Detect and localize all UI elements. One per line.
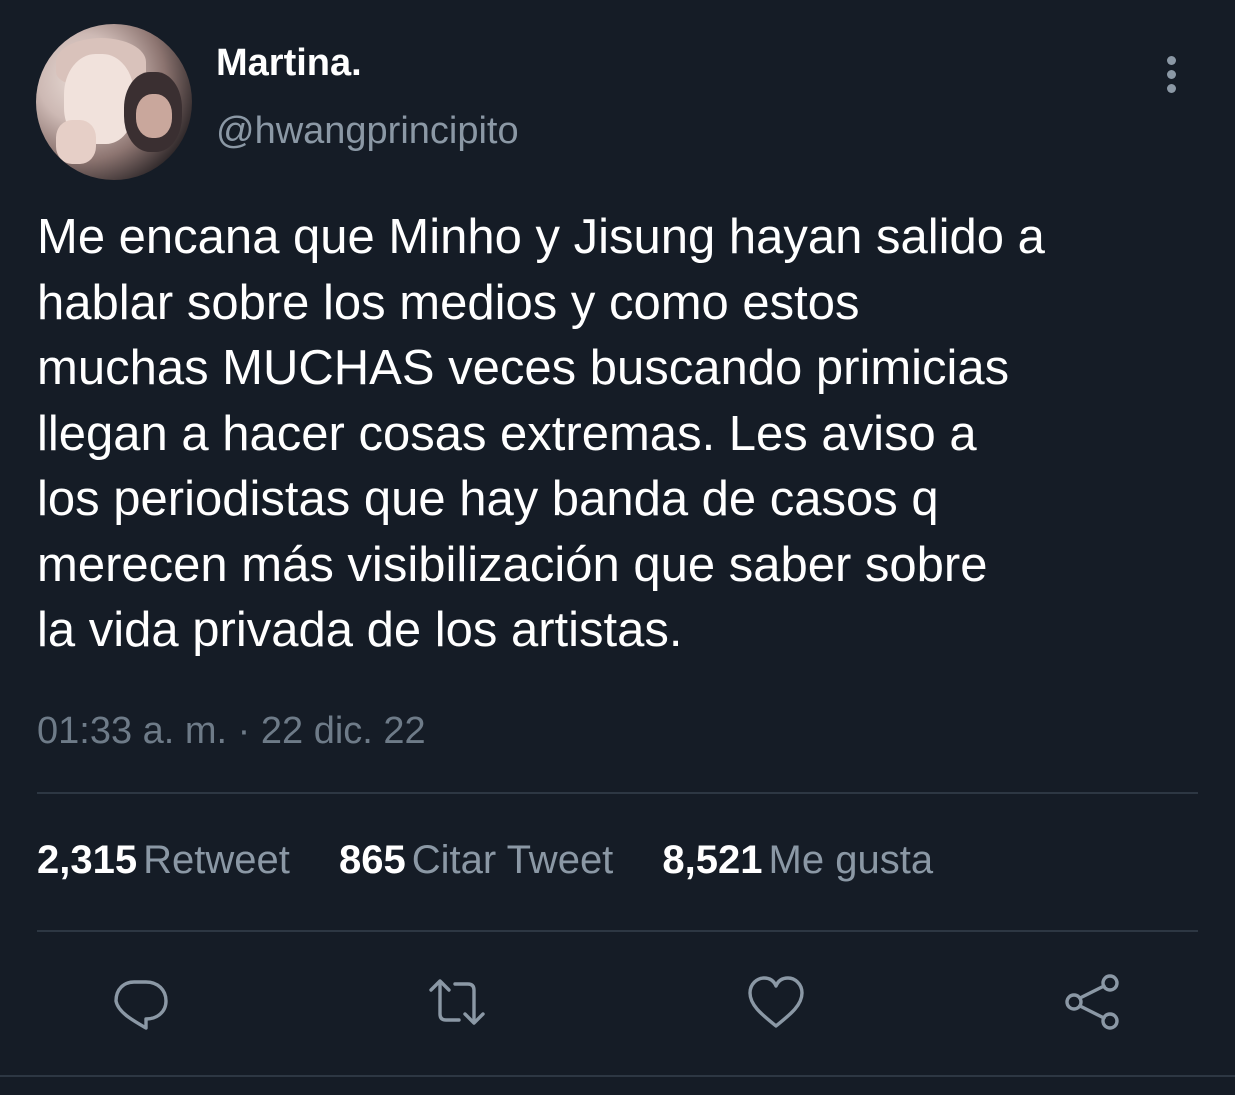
tweet-text-line: la vida privada de los artistas. xyxy=(37,603,683,657)
more-options-icon[interactable] xyxy=(1160,56,1182,96)
like-icon[interactable] xyxy=(744,970,808,1034)
author-display-name[interactable]: Martina. xyxy=(216,42,362,85)
tweet-text-line: los periodistas que hay banda de casos q xyxy=(37,472,939,526)
quote-count: 865 xyxy=(338,838,406,882)
tweet-text: Me encana que Minho y Jisung hayan salid… xyxy=(37,205,1207,664)
retweet-count: 2,315 xyxy=(37,838,138,882)
tweet-text-line: muchas MUCHAS veces buscando primicias xyxy=(37,341,1010,395)
quote-count-stat[interactable]: 865 Citar Tweet xyxy=(339,838,613,883)
tweet-stats: 2,315 Retweet 865 Citar Tweet 8,521 Me gust… xyxy=(37,838,971,883)
divider xyxy=(37,930,1198,932)
like-label: Me gusta xyxy=(768,838,934,882)
more-dot xyxy=(1166,56,1176,65)
tweet-timestamp[interactable]: 01:33 a. m. · 22 dic. 22 xyxy=(37,710,426,753)
retweet-icon[interactable] xyxy=(425,970,489,1034)
avatar[interactable] xyxy=(36,24,192,180)
tweet-text-line: Me encana que Minho y Jisung hayan salid… xyxy=(37,210,1045,264)
tweet-text-line: llegan a hacer cosas extremas. Les aviso… xyxy=(37,406,977,461)
tweet-text-line: hablar sobre los medios y como estos xyxy=(37,275,860,330)
tweet-detail: Martina. @hwangprincipito Me encana que … xyxy=(0,0,1235,1095)
more-dot xyxy=(1166,84,1176,93)
like-count-stat[interactable]: 8,521 Me gusta xyxy=(662,838,933,883)
reply-icon[interactable] xyxy=(108,970,172,1034)
avatar-hand xyxy=(56,120,96,164)
divider xyxy=(0,1075,1235,1077)
share-icon[interactable] xyxy=(1060,970,1124,1034)
retweet-label: Retweet xyxy=(143,838,290,882)
divider xyxy=(37,792,1198,794)
quote-label: Citar Tweet xyxy=(411,838,614,882)
more-dot xyxy=(1166,70,1176,79)
author-handle[interactable]: @hwangprincipito xyxy=(216,110,519,153)
retweet-count-stat[interactable]: 2,315 Retweet xyxy=(37,838,290,883)
avatar-second-face xyxy=(136,94,172,138)
tweet-text-line: merecen más visibilización que saber sob… xyxy=(37,537,988,592)
like-count: 8,521 xyxy=(662,838,763,882)
